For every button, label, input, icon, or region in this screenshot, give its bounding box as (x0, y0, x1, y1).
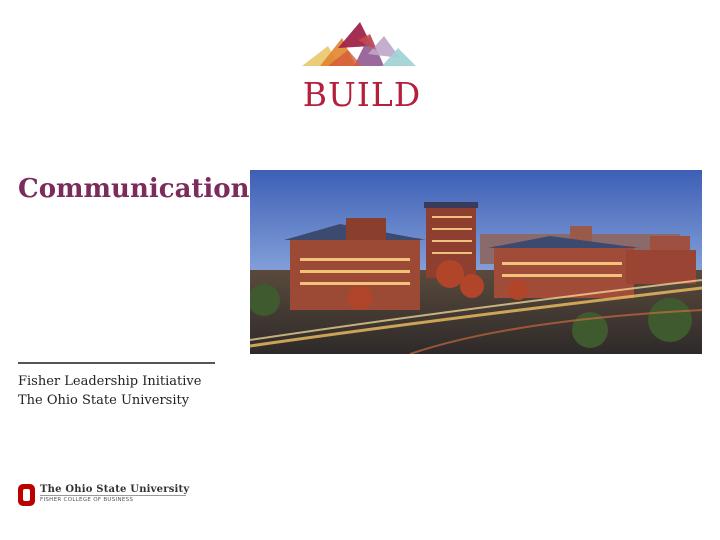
osu-divider (40, 495, 186, 496)
campus-photo (250, 170, 702, 354)
subtitle-initiative: Fisher Leadership Initiative (18, 374, 202, 389)
slide: BUILD Communication Fisher Leadership In… (0, 0, 720, 540)
build-wordmark: BUILD (302, 75, 422, 114)
slide-title: Communication (18, 174, 250, 204)
divider-line (18, 362, 215, 364)
fisher-college-name: FISHER COLLEGE OF BUSINESS (40, 497, 134, 503)
osu-name: The Ohio State University (40, 484, 190, 495)
build-logo: BUILD (298, 20, 426, 111)
subtitle-university: The Ohio State University (18, 393, 190, 408)
mountain-icon (302, 22, 416, 66)
osu-fisher-logo: The Ohio State University FISHER COLLEGE… (18, 482, 189, 510)
block-o-icon (18, 484, 35, 506)
